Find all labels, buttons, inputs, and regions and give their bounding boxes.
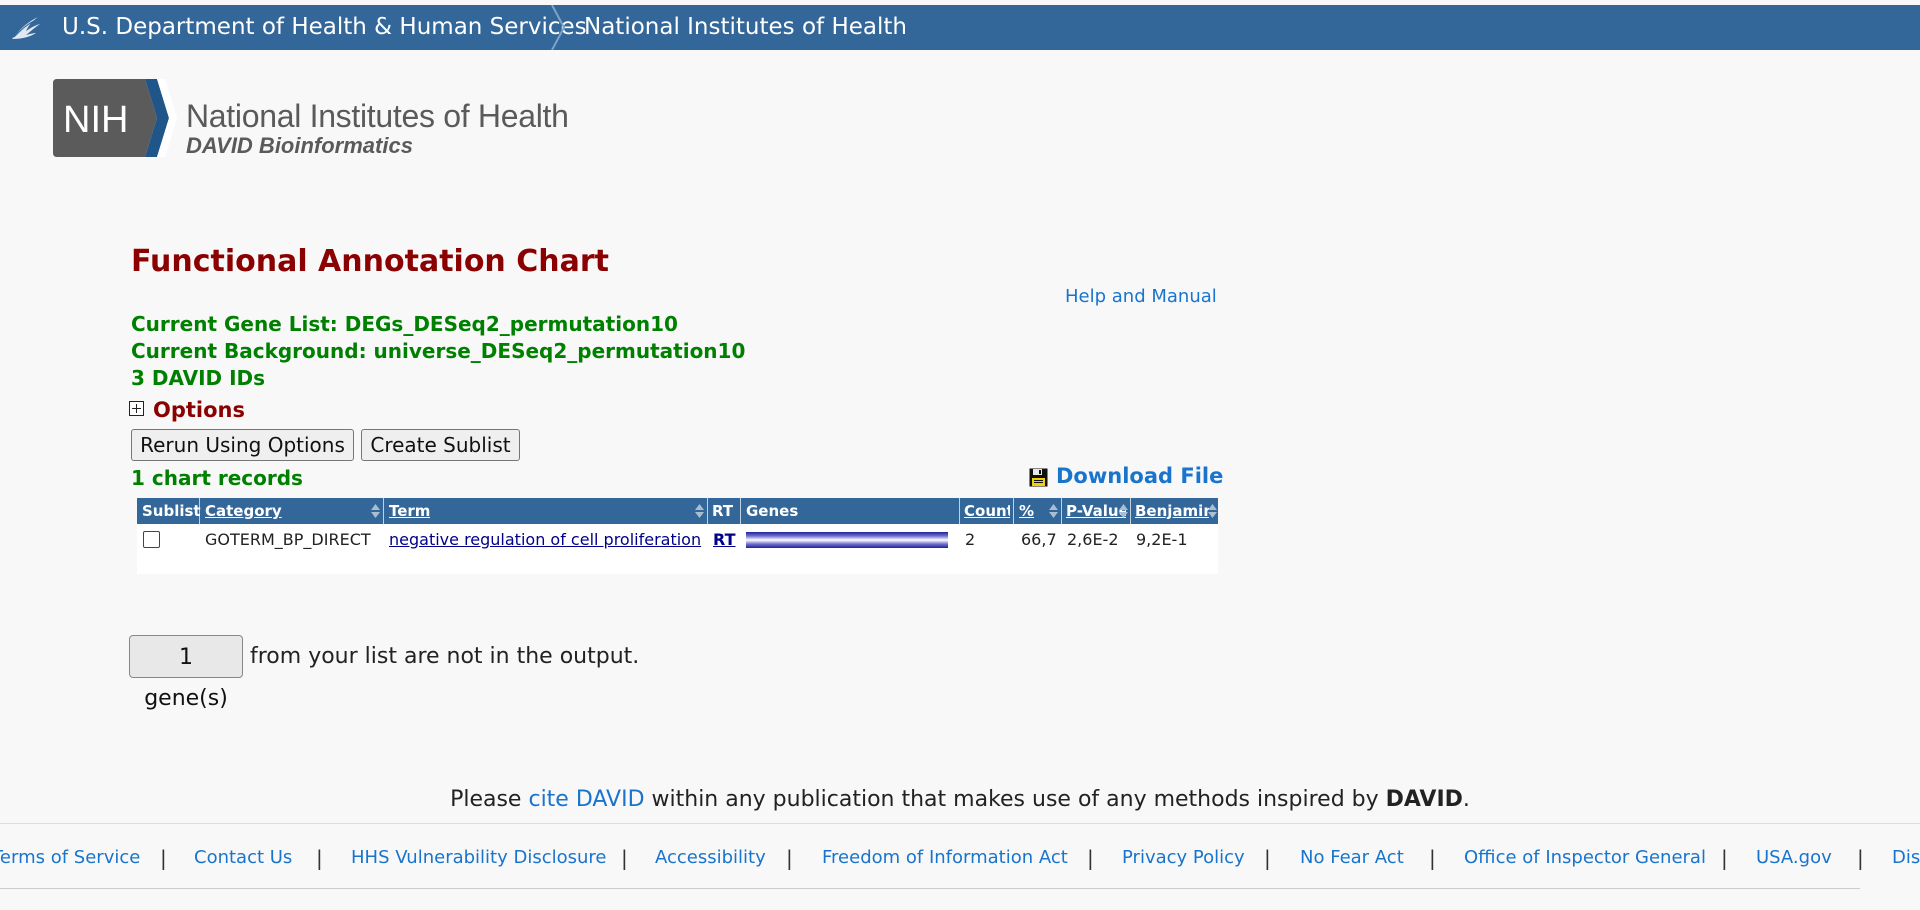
footer-link-disclaimer[interactable]: Disclaimer (1892, 847, 1920, 868)
sort-arrows-icon[interactable] (1119, 504, 1128, 518)
table-header: Sublist Category Term RT Genes Count % P… (137, 498, 1218, 524)
row-count: 2 (965, 530, 976, 549)
citation-prefix: Please (450, 787, 522, 812)
col-percent[interactable]: % (1019, 498, 1034, 524)
footer-link-vulnerability[interactable]: HHS Vulnerability Disclosure (351, 847, 607, 868)
citation-suffix: . (1462, 787, 1470, 812)
row-category: GOTERM_BP_DIRECT (205, 530, 371, 549)
footer-divider (0, 823, 1920, 824)
col-genes: Genes (746, 502, 799, 520)
footer-link-nofear[interactable]: No Fear Act (1300, 847, 1404, 868)
row-rt-link[interactable]: RT (713, 530, 736, 549)
footer-link-inspector[interactable]: Office of Inspector General (1464, 847, 1706, 868)
col-sublist: Sublist (142, 502, 201, 520)
hhs-eagle-icon[interactable] (8, 13, 44, 43)
col-term[interactable]: Term (389, 498, 430, 524)
options-label[interactable]: Options (153, 398, 245, 422)
david-id-count: 3 DAVID IDs (131, 366, 266, 390)
footer-bottom-divider (0, 888, 1860, 889)
genes-bar[interactable] (746, 532, 948, 548)
current-gene-list: Current Gene List: DEGs_DESeq2_permutati… (131, 312, 678, 336)
download-file-link[interactable]: Download File (1056, 464, 1223, 488)
breadcrumb-chevron-icon (551, 5, 566, 50)
sublist-checkbox[interactable] (143, 531, 160, 548)
citation-line: Please cite DAVID within any publication… (0, 787, 1920, 812)
nih-chevron-logo[interactable]: NIH (53, 79, 178, 157)
sort-arrows-icon[interactable] (695, 504, 704, 518)
help-manual-link[interactable]: Help and Manual (1065, 286, 1217, 307)
nih-title: National Institutes of Health (186, 98, 569, 134)
create-sublist-button[interactable]: Create Sublist (361, 429, 520, 461)
row-percent: 66,7 (1021, 530, 1057, 549)
nih-badge-text: NIH (63, 99, 128, 141)
chart-records-count: 1 chart records (131, 466, 303, 490)
floppy-disk-icon[interactable] (1029, 468, 1048, 487)
genes-not-in-output-button[interactable]: 1 gene(s) (129, 635, 243, 711)
footer-link-foia[interactable]: Freedom of Information Act (822, 847, 1068, 868)
footer-link-contact[interactable]: Contact Us (194, 847, 292, 868)
hhs-link[interactable]: U.S. Department of Health & Human Servic… (62, 5, 587, 50)
options-expand-icon[interactable] (129, 401, 144, 416)
sort-arrows-icon[interactable] (1049, 504, 1058, 518)
col-rt: RT (712, 502, 734, 520)
current-background: Current Background: universe_DESeq2_perm… (131, 339, 746, 363)
rerun-options-button[interactable]: Rerun Using Options (131, 429, 354, 461)
footer-link-usagov[interactable]: USA.gov (1756, 847, 1832, 868)
col-count[interactable]: Count (964, 498, 1010, 524)
hhs-header-bar: U.S. Department of Health & Human Servic… (0, 5, 1920, 50)
david-subtitle: DAVID Bioinformatics (186, 133, 413, 158)
row-term-link[interactable]: negative regulation of cell proliferatio… (389, 530, 701, 549)
col-pvalue[interactable]: P-Value (1066, 498, 1126, 524)
footer-link-accessibility[interactable]: Accessibility (655, 847, 766, 868)
citation-bold: DAVID (1385, 787, 1463, 812)
row-pvalue: 2,6E-2 (1067, 530, 1119, 549)
cite-david-link[interactable]: cite DAVID (528, 787, 644, 812)
sort-arrows-icon[interactable] (1208, 504, 1217, 518)
annotation-table: Sublist Category Term RT Genes Count % P… (137, 498, 1218, 574)
footer-link-privacy[interactable]: Privacy Policy (1122, 847, 1245, 868)
citation-middle: within any publication that makes use of… (651, 787, 1379, 812)
col-category[interactable]: Category (205, 498, 282, 524)
row-benjamini: 9,2E-1 (1136, 530, 1188, 549)
genes-not-in-output-text: from your list are not in the output. (250, 644, 640, 669)
page-title: Functional Annotation Chart (131, 244, 609, 279)
col-benjamini[interactable]: Benjamini (1135, 498, 1209, 524)
nih-link[interactable]: National Institutes of Health (584, 5, 907, 50)
footer-link-terms[interactable]: Terms of Service (0, 847, 140, 868)
sort-arrows-icon[interactable] (371, 504, 380, 518)
